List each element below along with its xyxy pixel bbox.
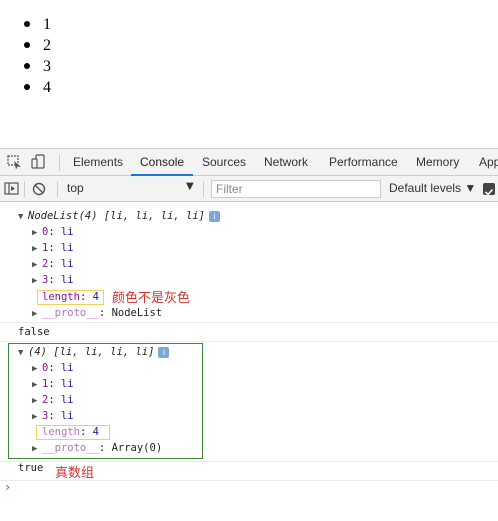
list-item: 4	[0, 77, 498, 98]
nodelist-length: length: 4	[42, 291, 99, 303]
log-levels-dropdown[interactable]: Default levels ▼	[389, 181, 476, 195]
expanded-triangle-icon[interactable]: ▼	[18, 345, 28, 361]
tabbar-divider	[59, 155, 60, 171]
nodelist-item[interactable]: ▶ 0: li	[32, 224, 74, 240]
console-toolbar: top ▼ Default levels ▼	[0, 176, 498, 202]
message-divider	[0, 322, 498, 323]
collapsed-triangle-icon[interactable]: ▶	[32, 361, 42, 377]
toolbar-divider	[57, 181, 58, 197]
list-item: 2	[0, 35, 498, 56]
array-length: length: 4	[42, 426, 99, 438]
nodelist-item[interactable]: ▶ 2: li	[32, 256, 74, 272]
devtools-tabbar: Elements Console Sources Network Perform…	[0, 148, 498, 176]
toolbar-divider	[24, 181, 25, 197]
collapsed-triangle-icon[interactable]: ▶	[32, 273, 42, 289]
clear-console-icon[interactable]	[32, 181, 46, 196]
tab-performance[interactable]: Performance	[329, 149, 398, 176]
collapsed-triangle-icon[interactable]: ▶	[32, 225, 42, 241]
list-item-text: 2	[43, 37, 51, 54]
nodelist-item[interactable]: ▶ 1: li	[32, 240, 74, 256]
tab-network[interactable]: Network	[264, 149, 308, 176]
devtools-panel: Elements Console Sources Network Perform…	[0, 148, 498, 521]
console-prompt[interactable]: ›	[4, 480, 11, 494]
bullet	[24, 63, 30, 69]
collapsed-triangle-icon[interactable]: ▶	[32, 377, 42, 393]
collapsed-triangle-icon[interactable]: ▶	[32, 257, 42, 273]
array-header[interactable]: ▼ (4) [li, li, li, li] i	[18, 344, 170, 361]
nodelist-proto[interactable]: ▶ __proto__: NodeList	[32, 305, 162, 321]
info-icon: i	[209, 210, 221, 222]
page-list: 1 2 3 4	[0, 14, 498, 98]
list-item-text: 1	[43, 16, 51, 33]
console-result: true	[18, 462, 44, 474]
array-item[interactable]: ▶ 3: li	[32, 408, 74, 424]
message-divider	[0, 480, 498, 481]
bullet	[24, 21, 30, 27]
bullet	[24, 42, 30, 48]
info-icon: i	[158, 346, 170, 358]
list-item-text: 4	[43, 79, 51, 96]
message-divider	[0, 341, 498, 342]
expanded-triangle-icon[interactable]: ▼	[18, 209, 28, 225]
tab-console[interactable]: Console	[131, 149, 194, 176]
array-item[interactable]: ▶ 0: li	[32, 360, 74, 376]
collapsed-triangle-icon[interactable]: ▶	[32, 441, 42, 457]
group-similar-checkbox[interactable]	[483, 183, 495, 196]
toolbar-divider	[203, 181, 204, 197]
annotation-not-gray: 颜色不是灰色	[112, 291, 191, 306]
filter-input[interactable]	[211, 180, 381, 198]
list-item: 3	[0, 56, 498, 77]
collapsed-triangle-icon[interactable]: ▶	[32, 409, 42, 425]
sidebar-toggle-icon[interactable]	[4, 181, 20, 195]
annotation-real-array: 真数组	[55, 466, 95, 481]
tab-elements[interactable]: Elements	[73, 149, 123, 176]
nodelist-item[interactable]: ▶ 3: li	[32, 272, 74, 288]
device-toolbar-icon[interactable]	[30, 154, 48, 170]
array-proto[interactable]: ▶ __proto__: Array(0)	[32, 440, 162, 456]
list-item-text: 3	[43, 58, 51, 75]
console-result: false	[18, 326, 50, 338]
tab-sources[interactable]: Sources	[202, 149, 246, 176]
array-item[interactable]: ▶ 2: li	[32, 392, 74, 408]
array-item[interactable]: ▶ 1: li	[32, 376, 74, 392]
context-dropdown-icon[interactable]: ▼	[186, 181, 194, 192]
collapsed-triangle-icon[interactable]: ▶	[32, 393, 42, 409]
list-item: 1	[0, 14, 498, 35]
collapsed-triangle-icon[interactable]: ▶	[32, 241, 42, 257]
collapsed-triangle-icon[interactable]: ▶	[32, 306, 42, 322]
bullet	[24, 84, 30, 90]
console-output: ▼ NodeList(4) [li, li, li, li] i ▶ 0: li ▶ 1…	[0, 203, 498, 521]
inspect-element-icon[interactable]	[6, 154, 24, 170]
nodelist-header[interactable]: ▼ NodeList(4) [li, li, li, li] i	[18, 208, 221, 225]
context-selector[interactable]: top	[67, 181, 84, 195]
tab-application[interactable]: App	[479, 149, 498, 176]
tab-memory[interactable]: Memory	[416, 149, 459, 176]
